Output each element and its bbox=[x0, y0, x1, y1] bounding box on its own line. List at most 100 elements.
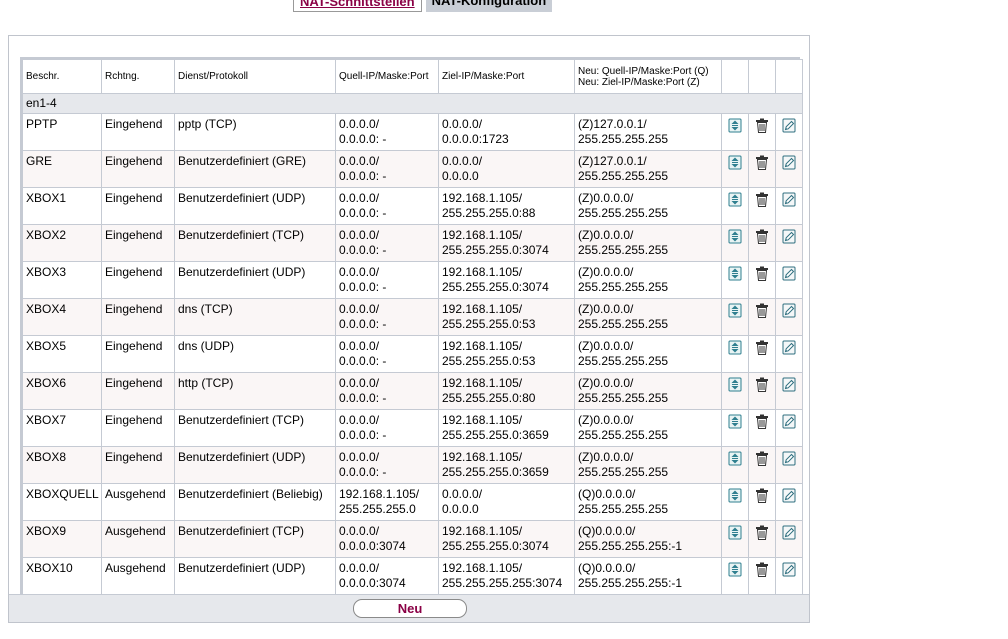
cell-direction: Eingehend bbox=[101, 113, 175, 151]
move-up-down-icon[interactable] bbox=[728, 118, 742, 133]
cell-destination-line2: 255.255.255.0:3074 bbox=[442, 280, 549, 294]
cell-source: 0.0.0.0/0.0.0.0: - bbox=[335, 298, 439, 336]
cell-new: (Z)127.0.0.1/255.255.255.255 bbox=[574, 113, 722, 151]
cell-source: 0.0.0.0/0.0.0.0: - bbox=[335, 187, 439, 225]
move-up-down-icon[interactable] bbox=[728, 451, 742, 466]
move-cell bbox=[721, 520, 749, 558]
new-button[interactable]: Neu bbox=[353, 599, 467, 618]
edit-cell bbox=[775, 446, 803, 484]
cell-new: (Q)0.0.0.0/255.255.255.255 bbox=[574, 483, 722, 521]
cell-source: 0.0.0.0/0.0.0.0: - bbox=[335, 113, 439, 151]
cell-new-line1: (Z)127.0.0.1/ bbox=[578, 154, 647, 168]
table-row: XBOX9 Ausgehend Benutzerdefiniert (TCP) … bbox=[22, 520, 803, 558]
cell-source: 0.0.0.0/0.0.0.0:3074 bbox=[335, 520, 439, 558]
cell-destination: 192.168.1.105/255.255.255.0:3659 bbox=[438, 446, 575, 484]
delete-cell bbox=[748, 372, 776, 410]
group-row: en1-4 bbox=[22, 93, 803, 114]
edit-pencil-icon[interactable] bbox=[782, 414, 796, 429]
edit-pencil-icon[interactable] bbox=[782, 303, 796, 318]
move-up-down-icon[interactable] bbox=[728, 192, 742, 207]
cell-description: XBOX7 bbox=[22, 409, 102, 447]
cell-destination-line1: 192.168.1.105/ bbox=[442, 302, 523, 316]
edit-cell bbox=[775, 187, 803, 225]
move-up-down-icon[interactable] bbox=[728, 377, 742, 392]
cell-direction: Eingehend bbox=[101, 150, 175, 188]
cell-source-line1: 0.0.0.0/ bbox=[339, 376, 380, 390]
cell-new: (Z)0.0.0.0/255.255.255.255 bbox=[574, 298, 722, 336]
trash-icon[interactable] bbox=[755, 488, 769, 503]
cell-destination-line2: 255.255.255.0:3074 bbox=[442, 243, 549, 257]
move-up-down-icon[interactable] bbox=[728, 229, 742, 244]
cell-destination: 192.168.1.105/255.255.255.0:3074 bbox=[438, 520, 575, 558]
edit-pencil-icon[interactable] bbox=[782, 562, 796, 577]
trash-icon[interactable] bbox=[755, 155, 769, 170]
trash-icon[interactable] bbox=[755, 303, 769, 318]
edit-pencil-icon[interactable] bbox=[782, 340, 796, 355]
cell-destination-line2: 255.255.255.0:53 bbox=[442, 354, 536, 368]
cell-source-line2: 0.0.0.0: - bbox=[339, 243, 387, 257]
cell-new: (Z)0.0.0.0/255.255.255.255 bbox=[574, 446, 722, 484]
cell-source-line1: 0.0.0.0/ bbox=[339, 117, 380, 131]
trash-icon[interactable] bbox=[755, 266, 769, 281]
cell-source-line2: 0.0.0.0: - bbox=[339, 465, 387, 479]
trash-icon[interactable] bbox=[755, 414, 769, 429]
edit-pencil-icon[interactable] bbox=[782, 266, 796, 281]
trash-icon[interactable] bbox=[755, 340, 769, 355]
delete-cell bbox=[748, 298, 776, 336]
trash-icon[interactable] bbox=[755, 562, 769, 577]
trash-icon[interactable] bbox=[755, 377, 769, 392]
delete-cell bbox=[748, 557, 776, 595]
trash-icon[interactable] bbox=[755, 192, 769, 207]
move-cell bbox=[721, 335, 749, 373]
col-header-new: Neu: Quell-IP/Maske:Port (Q) Neu: Ziel-I… bbox=[574, 59, 722, 94]
cell-new: (Z)0.0.0.0/255.255.255.255 bbox=[574, 224, 722, 262]
move-up-down-icon[interactable] bbox=[728, 414, 742, 429]
cell-service: Benutzerdefiniert (UDP) bbox=[174, 187, 336, 225]
cell-new-line1: (Z)0.0.0.0/ bbox=[578, 450, 634, 464]
edit-pencil-icon[interactable] bbox=[782, 377, 796, 392]
edit-pencil-icon[interactable] bbox=[782, 488, 796, 503]
cell-new: (Q)0.0.0.0/255.255.255.255:-1 bbox=[574, 557, 722, 595]
edit-pencil-icon[interactable] bbox=[782, 118, 796, 133]
cell-direction: Eingehend bbox=[101, 372, 175, 410]
move-up-down-icon[interactable] bbox=[728, 488, 742, 503]
col-header-source: Quell-IP/Maske:Port bbox=[335, 59, 439, 94]
cell-source-line2: 0.0.0.0: - bbox=[339, 206, 387, 220]
move-up-down-icon[interactable] bbox=[728, 562, 742, 577]
cell-source-line1: 0.0.0.0/ bbox=[339, 154, 380, 168]
cell-destination: 192.168.1.105/255.255.255.255:3074 bbox=[438, 557, 575, 595]
cell-direction: Eingehend bbox=[101, 335, 175, 373]
tab-nat-interfaces[interactable]: NAT-Schnittstellen bbox=[293, 0, 422, 12]
cell-source: 0.0.0.0/0.0.0.0: - bbox=[335, 261, 439, 299]
edit-pencil-icon[interactable] bbox=[782, 525, 796, 540]
trash-icon[interactable] bbox=[755, 229, 769, 244]
cell-source-line1: 0.0.0.0/ bbox=[339, 302, 380, 316]
cell-direction: Ausgehend bbox=[101, 483, 175, 521]
trash-icon[interactable] bbox=[755, 118, 769, 133]
cell-destination: 192.168.1.105/255.255.255.0:3074 bbox=[438, 261, 575, 299]
move-up-down-icon[interactable] bbox=[728, 303, 742, 318]
cell-destination-line1: 192.168.1.105/ bbox=[442, 450, 523, 464]
trash-icon[interactable] bbox=[755, 451, 769, 466]
cell-new-line2: 255.255.255.255 bbox=[578, 317, 669, 331]
cell-source: 0.0.0.0/0.0.0.0: - bbox=[335, 335, 439, 373]
move-up-down-icon[interactable] bbox=[728, 266, 742, 281]
tab-nat-configuration[interactable]: NAT-Konfiguration bbox=[425, 0, 553, 12]
cell-description: XBOX4 bbox=[22, 298, 102, 336]
edit-pencil-icon[interactable] bbox=[782, 229, 796, 244]
delete-cell bbox=[748, 483, 776, 521]
trash-icon[interactable] bbox=[755, 525, 769, 540]
move-up-down-icon[interactable] bbox=[728, 155, 742, 170]
cell-description: XBOX6 bbox=[22, 372, 102, 410]
move-up-down-icon[interactable] bbox=[728, 525, 742, 540]
edit-pencil-icon[interactable] bbox=[782, 155, 796, 170]
edit-pencil-icon[interactable] bbox=[782, 451, 796, 466]
cell-new: (Z)127.0.0.1/255.255.255.255 bbox=[574, 150, 722, 188]
move-up-down-icon[interactable] bbox=[728, 340, 742, 355]
cell-source-line2: 0.0.0.0: - bbox=[339, 169, 387, 183]
cell-source: 0.0.0.0/0.0.0.0: - bbox=[335, 446, 439, 484]
edit-pencil-icon[interactable] bbox=[782, 192, 796, 207]
table-row: XBOX6 Eingehend http (TCP) 0.0.0.0/0.0.0… bbox=[22, 372, 803, 410]
cell-destination-line2: 255.255.255.0:3074 bbox=[442, 539, 549, 553]
cell-source-line1: 0.0.0.0/ bbox=[339, 228, 380, 242]
